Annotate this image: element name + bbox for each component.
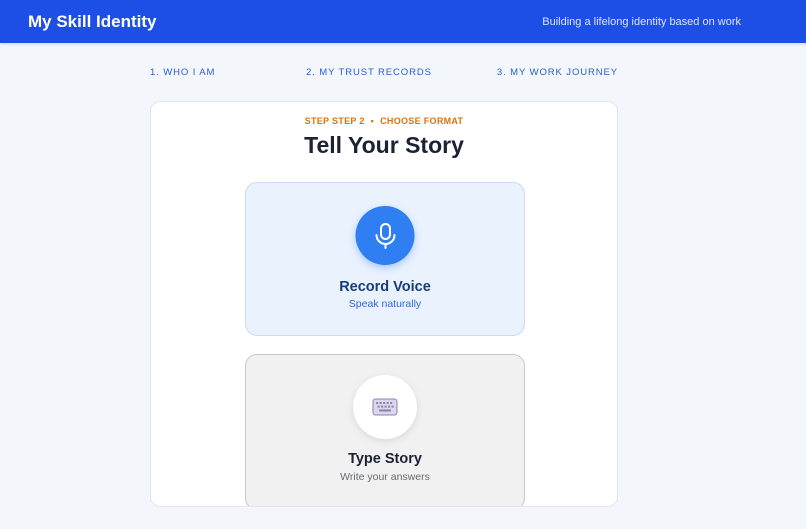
step-work-journey[interactable]: 3. MY WORK JOURNEY: [497, 67, 618, 78]
keyboard-button[interactable]: [353, 375, 417, 439]
step-trust-records[interactable]: 2. MY TRUST RECORDS: [306, 67, 432, 78]
type-story-subtitle: Write your answers: [340, 471, 430, 483]
story-card: STEP STEP 2 • CHOOSE FORMAT Tell Your Stor…: [150, 101, 618, 507]
type-story-option[interactable]: Type Story Write your answers: [245, 354, 525, 506]
app-header: My Skill Identity Building a lifelong id…: [0, 0, 806, 43]
step-label: STEP STEP 2: [304, 116, 365, 126]
format-label: CHOOSE FORMAT: [380, 116, 464, 126]
step-eyebrow: STEP STEP 2 • CHOOSE FORMAT: [151, 116, 617, 126]
step-navigation: 1. WHO I AM 2. MY TRUST RECORDS 3. MY WO…: [150, 67, 618, 79]
app-title: My Skill Identity: [28, 11, 157, 31]
keyboard-icon: [372, 398, 398, 416]
microphone-icon: [375, 222, 395, 249]
microphone-button[interactable]: [355, 206, 415, 265]
eyebrow-separator: •: [370, 116, 375, 126]
step-who-i-am[interactable]: 1. WHO I AM: [150, 67, 215, 78]
record-voice-subtitle: Speak naturally: [348, 298, 422, 310]
page-title: Tell Your Story: [304, 132, 464, 158]
record-voice-title: Record Voice: [339, 279, 431, 295]
record-voice-option[interactable]: Record Voice Speak naturally: [245, 182, 525, 336]
app-tagline: Building a lifelong identity based on wo…: [542, 15, 741, 28]
type-story-title: Type Story: [348, 451, 422, 467]
